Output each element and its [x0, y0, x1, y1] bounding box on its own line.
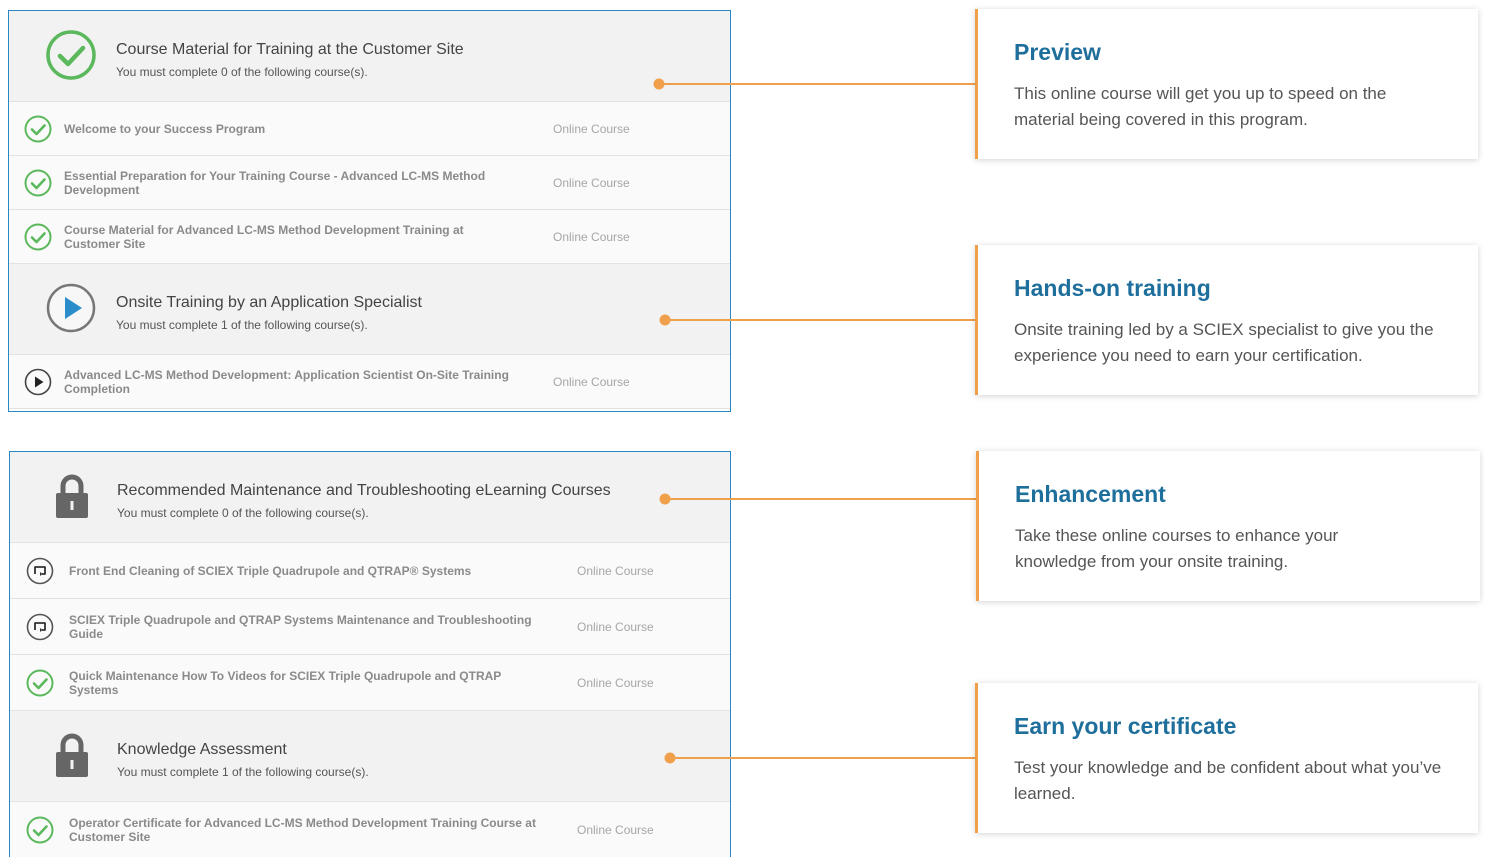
- program-panel-2: Recommended Maintenance and Troubleshoot…: [9, 451, 731, 857]
- program-panel-1: Course Material for Training at the Cust…: [8, 10, 731, 412]
- course-row[interactable]: Welcome to your Success Program Online C…: [9, 102, 730, 156]
- course-type: Online Course: [553, 229, 630, 244]
- course-row[interactable]: Course Material for Advanced LC-MS Metho…: [9, 210, 730, 264]
- play-circle-icon: [24, 368, 52, 396]
- lock-icon: [46, 729, 98, 781]
- check-circle-icon: [26, 816, 54, 844]
- course-title[interactable]: Course Material for Advanced LC-MS Metho…: [64, 210, 514, 263]
- play-circle-icon: [45, 282, 97, 334]
- group-header-maintenance[interactable]: Recommended Maintenance and Troubleshoot…: [10, 452, 730, 543]
- callout-description: This online course will get you up to sp…: [1014, 84, 1387, 129]
- callout-title: Preview: [1014, 39, 1101, 65]
- check-circle-icon: [24, 169, 52, 197]
- course-type: Online Course: [553, 175, 630, 190]
- course-row[interactable]: Essential Preparation for Your Training …: [9, 156, 730, 210]
- lock-icon: [46, 470, 98, 522]
- callout-card-hands-on: Hands-on training Onsite training led by…: [975, 245, 1478, 395]
- course-type: Online Course: [577, 619, 654, 634]
- course-title[interactable]: SCIEX Triple Quadrupole and QTRAP System…: [69, 599, 539, 654]
- check-circle-icon: [26, 669, 54, 697]
- course-title[interactable]: Quick Maintenance How To Videos for SCIE…: [69, 655, 539, 710]
- course-type: Online Course: [577, 675, 654, 690]
- group-header-customer-site[interactable]: Course Material for Training at the Cust…: [9, 11, 730, 102]
- callout-description: Take these online courses to enhance you…: [1015, 526, 1339, 571]
- course-row[interactable]: Front End Cleaning of SCIEX Triple Quadr…: [10, 543, 730, 599]
- callout-card-enhancement: Enhancement Take these online courses to…: [976, 451, 1480, 601]
- callout-card-preview: Preview This online course will get you …: [975, 9, 1478, 159]
- group-subtitle: You must complete 0 of the following cou…: [117, 506, 369, 520]
- course-row[interactable]: SCIEX Triple Quadrupole and QTRAP System…: [10, 599, 730, 655]
- callout-description: Test your knowledge and be confident abo…: [1014, 758, 1442, 803]
- group-subtitle: You must complete 1 of the following cou…: [117, 765, 369, 779]
- course-type: Online Course: [577, 563, 654, 578]
- course-row[interactable]: Advanced LC-MS Method Development: Appli…: [9, 355, 730, 409]
- replay-circle-icon: [26, 613, 54, 641]
- course-title[interactable]: Essential Preparation for Your Training …: [64, 156, 514, 209]
- course-row[interactable]: Quick Maintenance How To Videos for SCIE…: [10, 655, 730, 711]
- course-type: Online Course: [553, 374, 630, 389]
- replay-circle-icon: [26, 557, 54, 585]
- callout-title: Earn your certificate: [1014, 713, 1237, 739]
- course-row[interactable]: Operator Certificate for Advanced LC-MS …: [10, 802, 730, 857]
- group-subtitle: You must complete 0 of the following cou…: [116, 65, 368, 79]
- check-circle-icon: [24, 223, 52, 251]
- course-type: Online Course: [553, 121, 630, 136]
- group-title: Course Material for Training at the Cust…: [116, 41, 464, 58]
- group-title: Onsite Training by an Application Specia…: [116, 294, 422, 311]
- callout-title: Enhancement: [1015, 481, 1166, 507]
- group-header-onsite-training[interactable]: Onsite Training by an Application Specia…: [9, 264, 730, 355]
- group-header-knowledge-assessment[interactable]: Knowledge Assessment You must complete 1…: [10, 711, 730, 802]
- callout-description: Onsite training led by a SCIEX specialis…: [1014, 320, 1434, 365]
- course-title[interactable]: Operator Certificate for Advanced LC-MS …: [69, 802, 539, 857]
- callout-card-certificate: Earn your certificate Test your knowledg…: [975, 683, 1478, 833]
- course-title[interactable]: Front End Cleaning of SCIEX Triple Quadr…: [69, 543, 539, 598]
- course-title[interactable]: Welcome to your Success Program: [64, 102, 514, 155]
- course-type: Online Course: [577, 822, 654, 837]
- callout-title: Hands-on training: [1014, 275, 1211, 301]
- check-circle-icon: [24, 115, 52, 143]
- group-subtitle: You must complete 1 of the following cou…: [116, 318, 368, 332]
- check-circle-icon: [45, 29, 97, 81]
- group-title: Recommended Maintenance and Troubleshoot…: [117, 482, 611, 499]
- course-title[interactable]: Advanced LC-MS Method Development: Appli…: [64, 355, 514, 408]
- group-title: Knowledge Assessment: [117, 741, 287, 758]
